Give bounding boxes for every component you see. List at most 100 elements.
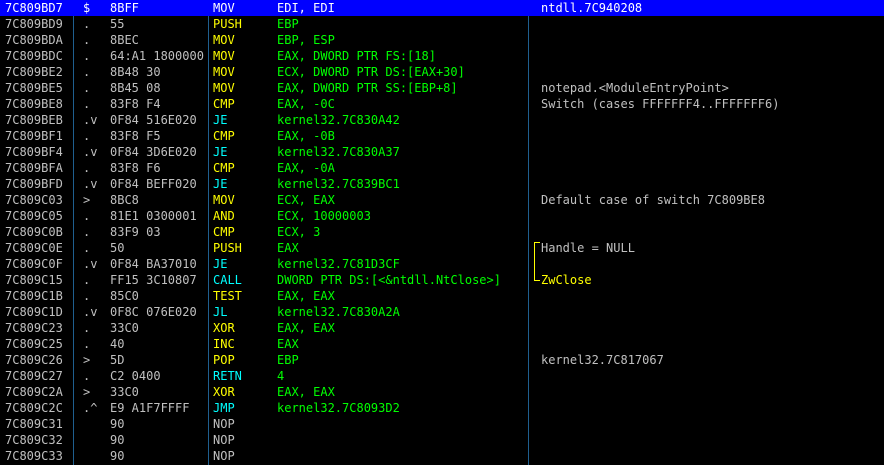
mnemonic-cell: MOV [213,65,235,79]
instruction-row[interactable]: 7C809C27. C2 0400 RETN 4 [0,368,884,384]
hex-dump-cell: 8BEC [110,33,139,47]
instruction-row[interactable]: 7C809C26 >5D POP EBP kernel32.7C817067 [0,352,884,368]
instruction-row[interactable]: 7C809BE8. 83F8 F4 CMP EAX, -0C Switch (cases… [0,96,884,112]
comment-cell [541,48,881,64]
mnemonic-cell: RETN [213,369,242,383]
address-cell: 7C809BFD [5,177,63,191]
instruction-row[interactable]: 7C809C2A >33C0 XOR EAX, EAX [0,384,884,400]
instruction-row[interactable]: 7C809C0B. 83F9 03 CMP ECX, 3 [0,224,884,240]
instruction-row[interactable]: 7C809BD9. 55 PUSH EBP [0,16,884,32]
instruction-row[interactable]: 7C809C1D .v 0F8C 076E020 JL kernel32.7C830A2… [0,304,884,320]
disassembly-pane[interactable]: 7C809BD7 $8BFF MOV EDI, EDI ntdll.7C940208 7C… [0,0,884,465]
hex-dump-cell: 8BC8 [110,193,139,207]
jump-marker: . [83,289,91,303]
hex-dump-cell: 0F84 BEFF020 [110,177,197,191]
comment-cell [541,336,881,352]
operands-cell: kernel32.7C8093D2 [277,401,400,415]
jump-marker: . [83,49,91,63]
address-cell: 7C809BDC [5,49,63,63]
comment-cell: ZwClose [541,273,592,287]
instruction-row[interactable]: 7C809C1B. 85C0 TEST EAX, EAX [0,288,884,304]
instruction-row[interactable]: 7C809BFD .v 0F84 BEFF020 JE kernel32.7C839BC… [0,176,884,192]
address-cell: 7C809C2C [5,401,63,415]
address-cell: 7C809C23 [5,321,63,335]
instruction-row[interactable]: 7C809C05. 81E1 0300001 AND ECX, 10000003 [0,208,884,224]
instruction-row[interactable]: 7C809C31 90 NOP [0,416,884,432]
instruction-row[interactable]: 7C809C03 >8BC8 MOV ECX, EAX Default case of … [0,192,884,208]
jump-marker: . [83,129,91,143]
jump-marker: . [83,209,91,223]
hex-dump-cell: FF15 3C10807 [110,273,197,287]
mnemonic-cell: JE [213,145,228,159]
hex-dump-cell: 83F8 F4 [110,97,161,111]
hex-dump-cell: 8B48 30 [110,65,161,79]
mnemonic-cell: CMP [213,161,235,175]
operands-cell: EAX [277,337,299,351]
address-cell: 7C809BE2 [5,65,63,79]
mnemonic-cell: AND [213,209,235,223]
mnemonic-cell: TEST [213,289,242,303]
operands-cell: EAX, -0B [277,129,335,143]
instruction-row[interactable]: 7C809C32 90 NOP [0,432,884,448]
comment-cell [541,16,881,32]
operands-cell: kernel32.7C81D3CF [277,257,400,271]
comment-cell: kernel32.7C817067 [541,353,664,367]
operands-cell: EAX, DWORD PTR SS:[EBP+8] [277,81,458,95]
mnemonic-cell: PUSH [213,241,242,255]
comment-cell [541,432,881,448]
comment-cell [541,160,881,176]
address-cell: 7C809C03 [5,193,63,207]
hex-dump-cell: 40 [110,337,125,351]
instruction-row[interactable]: 7C809BEB .v 0F84 516E020 JE kernel32.7C830A4… [0,112,884,128]
jump-marker: . [83,81,91,95]
hex-dump-cell: 55 [110,17,125,31]
operands-cell: EAX, -0A [277,161,335,175]
hex-dump-cell: C2 0400 [110,369,161,383]
instruction-row[interactable]: 7C809BF4 .v 0F84 3D6E020 JE kernel32.7C830A3… [0,144,884,160]
mnemonic-cell: PUSH [213,17,242,31]
operands-cell: kernel32.7C830A37 [277,145,400,159]
jump-marker: $ [83,1,91,15]
jump-marker: .v [83,257,98,271]
instruction-row[interactable]: 7C809C0E. 50 PUSH EAX Handle = NULL [0,240,884,256]
address-cell: 7C809C33 [5,449,63,463]
instruction-row-selected[interactable]: 7C809BD7 $8BFF MOV EDI, EDI ntdll.7C940208 [0,0,884,16]
address-cell: 7C809BE5 [5,81,63,95]
comment-cell [541,416,881,432]
instruction-row[interactable]: 7C809BE5. 8B45 08 MOV EAX, DWORD PTR SS:[EB… [0,80,884,96]
instruction-row[interactable]: 7C809BE2. 8B48 30 MOV ECX, DWORD PTR DS:[EA… [0,64,884,80]
instruction-row[interactable]: 7C809C2C .^ E9 A1F7FFFF JMP kernel32.7C8093D… [0,400,884,416]
hex-dump-cell: 33C0 [110,321,139,335]
instruction-row[interactable]: 7C809BFA. 83F8 F6 CMP EAX, -0A [0,160,884,176]
instruction-row[interactable]: 7C809C33 90 NOP [0,448,884,464]
comment-cell: notepad.<ModuleEntryPoint> [541,81,729,95]
mnemonic-cell: POP [213,353,235,367]
instruction-row[interactable]: 7C809BF1. 83F8 F5 CMP EAX, -0B [0,128,884,144]
jump-marker: .v [83,113,98,127]
operands-cell: EAX [277,241,299,255]
comment-cell: Handle = NULL [541,241,635,255]
operands-cell: EBP, ESP [277,33,335,47]
instruction-row[interactable]: 7C809BDC. 64:A1 1800000 MOV EAX, DWORD PTR … [0,48,884,64]
comment-cell [541,64,881,80]
hex-dump-cell: 0F84 BA37010 [110,257,197,271]
mnemonic-cell: NOP [213,417,235,431]
mnemonic-cell: CMP [213,97,235,111]
address-cell: 7C809BD9 [5,17,63,31]
comment-cell [541,400,881,416]
hex-dump-cell: 50 [110,241,125,255]
instruction-row[interactable]: 7C809C15. FF15 3C10807 CALL DWORD PTR DS:[<… [0,272,884,288]
instruction-row[interactable]: 7C809C0F .v 0F84 BA37010 JE kernel32.7C81D3C… [0,256,884,272]
instruction-row[interactable]: 7C809C23. 33C0 XOR EAX, EAX [0,320,884,336]
instruction-row[interactable]: 7C809C25. 40 INC EAX [0,336,884,352]
address-cell: 7C809C1B [5,289,63,303]
comment-cell [541,304,881,320]
jump-marker [83,432,109,448]
comment-cell: Switch (cases FFFFFFF4..FFFFFFF6) [541,97,780,111]
operands-cell [277,416,527,432]
instruction-row[interactable]: 7C809BDA. 8BEC MOV EBP, ESP [0,32,884,48]
hex-dump-cell: 90 [110,433,125,447]
jump-marker: .v [83,305,98,319]
hex-dump-cell: 81E1 0300001 [110,209,197,223]
address-cell: 7C809C15 [5,273,63,287]
